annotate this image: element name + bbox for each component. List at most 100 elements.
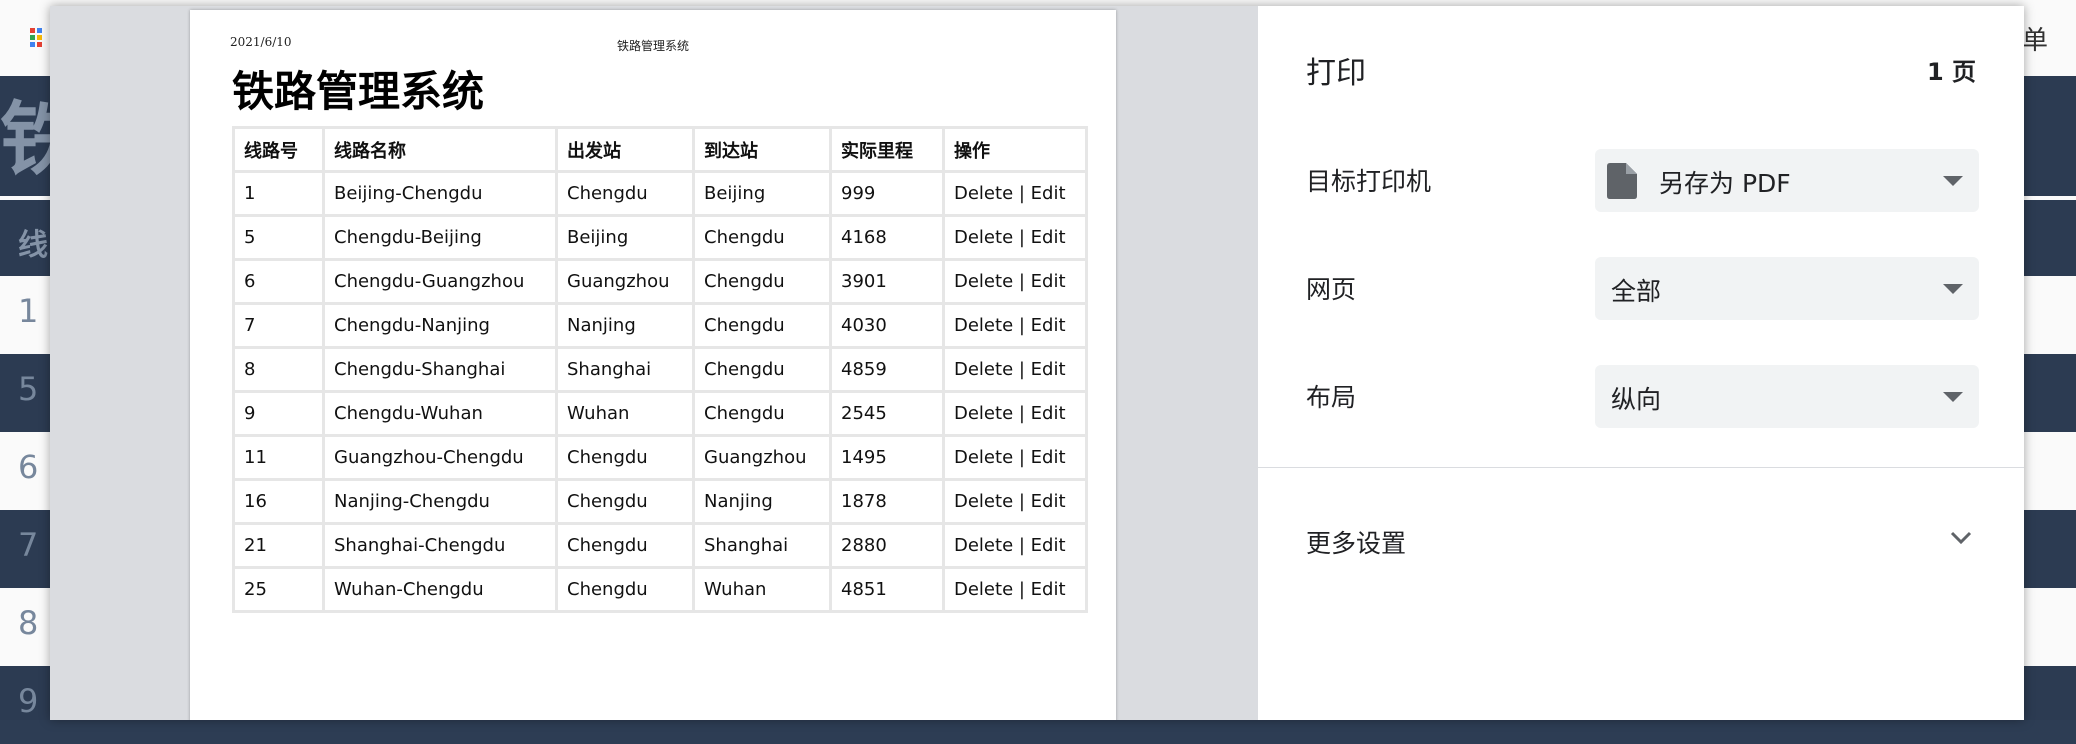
table-cell: Chengdu bbox=[692, 390, 832, 437]
table-cell: 1878 bbox=[829, 478, 945, 525]
table-cell: Beijing-Chengdu bbox=[322, 170, 558, 217]
table-row: 16 Nanjing-Chengdu Chengdu Nanjing 1878 Delet… bbox=[232, 478, 1088, 525]
pages-value: 全部 bbox=[1611, 277, 1662, 306]
table-cell: Chengdu bbox=[555, 170, 695, 217]
table-header: 线路号 线路名称 出发站 到达站 实际里程 操作 bbox=[232, 126, 1088, 173]
dropdown-arrow-icon bbox=[1943, 392, 1963, 402]
row-actions: Delete | Edit bbox=[942, 434, 1088, 481]
table-row: 11 Guangzhou-Chengdu Chengdu Guangzhou 1495 D… bbox=[232, 434, 1088, 481]
table-row: 6 Chengdu-Guangzhou Guangzhou Chengdu 3901 De… bbox=[232, 258, 1088, 305]
table-cell: Shanghai bbox=[555, 346, 695, 393]
destination-label: 目标打印机 bbox=[1306, 167, 1432, 196]
table-cell: Chengdu bbox=[555, 522, 695, 569]
table-cell: Chengdu bbox=[555, 478, 695, 525]
table-cell: 5 bbox=[232, 214, 325, 261]
pages-select[interactable]: 全部 bbox=[1595, 257, 1979, 320]
table-row: 7 Chengdu-Nanjing Nanjing Chengdu 4030 Delete… bbox=[232, 302, 1088, 349]
table-cell: Guangzhou bbox=[555, 258, 695, 305]
table-cell: 2545 bbox=[829, 390, 945, 437]
print-preview[interactable]: 2021/6/10 铁路管理系统 铁路管理系统 线路号 线路名称 出发站 到达站… bbox=[50, 6, 1258, 720]
table-cell: Chengdu bbox=[555, 566, 695, 613]
table-cell: 4859 bbox=[829, 346, 945, 393]
table-cell: Chengdu bbox=[692, 258, 832, 305]
column-header: 线路名称 bbox=[322, 126, 558, 173]
table-row: 1 Beijing-Chengdu Chengdu Beijing 999 Delete … bbox=[232, 170, 1088, 217]
file-icon bbox=[1607, 163, 1637, 203]
table-cell: 21 bbox=[232, 522, 325, 569]
row-actions: Delete | Edit bbox=[942, 214, 1088, 261]
table-cell: 9 bbox=[232, 390, 325, 437]
chevron-down-icon[interactable] bbox=[1950, 530, 1972, 549]
table-cell: Chengdu bbox=[692, 214, 832, 261]
layout-select[interactable]: 纵向 bbox=[1595, 365, 1979, 428]
column-header: 出发站 bbox=[555, 126, 695, 173]
table-cell: Guangzhou bbox=[692, 434, 832, 481]
row-actions: Delete | Edit bbox=[942, 390, 1088, 437]
table-cell: Chengdu bbox=[692, 346, 832, 393]
dialog-title: 打印 bbox=[1306, 56, 1366, 91]
table-cell: 1 bbox=[232, 170, 325, 217]
column-header: 线路号 bbox=[232, 126, 325, 173]
page-header-title: 铁路管理系统 bbox=[616, 39, 689, 53]
destination-value: 另存为 PDF bbox=[1659, 169, 1791, 198]
table-cell: 8 bbox=[232, 346, 325, 393]
table-cell: Chengdu-Nanjing bbox=[322, 302, 558, 349]
row-actions: Delete | Edit bbox=[942, 566, 1088, 613]
document-title: 铁路管理系统 bbox=[232, 67, 485, 116]
column-header: 实际里程 bbox=[829, 126, 945, 173]
table-cell: Wuhan bbox=[692, 566, 832, 613]
table-row: 9 Chengdu-Wuhan Wuhan Chengdu 2545 Delete | E… bbox=[232, 390, 1088, 437]
table-cell: Shanghai bbox=[692, 522, 832, 569]
table-cell: Wuhan bbox=[555, 390, 695, 437]
divider bbox=[1258, 467, 2024, 468]
print-settings-panel: 打印 1 页 目标打印机 另存为 PDF 网页 全部 布局 纵向 更多设置 bbox=[1258, 6, 2024, 720]
table-cell: Guangzhou-Chengdu bbox=[322, 434, 558, 481]
table-cell: Nanjing-Chengdu bbox=[322, 478, 558, 525]
table-cell: 16 bbox=[232, 478, 325, 525]
table-cell: Chengdu-Beijing bbox=[322, 214, 558, 261]
table-cell: Shanghai-Chengdu bbox=[322, 522, 558, 569]
table-cell: 4168 bbox=[829, 214, 945, 261]
table-cell: 2880 bbox=[829, 522, 945, 569]
table-cell: Beijing bbox=[555, 214, 695, 261]
table-cell: Nanjing bbox=[555, 302, 695, 349]
row-actions: Delete | Edit bbox=[942, 170, 1088, 217]
row-actions: Delete | Edit bbox=[942, 258, 1088, 305]
column-header: 操作 bbox=[942, 126, 1088, 173]
table-cell: Nanjing bbox=[692, 478, 832, 525]
table-row: 5 Chengdu-Beijing Beijing Chengdu 4168 Delete… bbox=[232, 214, 1088, 261]
dropdown-arrow-icon bbox=[1943, 284, 1963, 294]
destination-select[interactable]: 另存为 PDF bbox=[1595, 149, 1979, 212]
page-count: 1 页 bbox=[1926, 58, 1976, 86]
column-header: 到达站 bbox=[692, 126, 832, 173]
table-cell: Chengdu-Shanghai bbox=[322, 346, 558, 393]
table-cell: 6 bbox=[232, 258, 325, 305]
row-actions: Delete | Edit bbox=[942, 478, 1088, 525]
row-actions: Delete | Edit bbox=[942, 302, 1088, 349]
table-cell: Beijing bbox=[692, 170, 832, 217]
table-cell: Chengdu bbox=[555, 434, 695, 481]
table-cell: 1495 bbox=[829, 434, 945, 481]
row-actions: Delete | Edit bbox=[942, 522, 1088, 569]
layout-value: 纵向 bbox=[1611, 385, 1662, 414]
table-cell: 11 bbox=[232, 434, 325, 481]
table-cell: Chengdu bbox=[692, 302, 832, 349]
table-row: 25 Wuhan-Chengdu Chengdu Wuhan 4851 Delete | … bbox=[232, 566, 1088, 613]
table-cell: 4851 bbox=[829, 566, 945, 613]
table-row: 8 Chengdu-Shanghai Shanghai Chengdu 4859 Dele… bbox=[232, 346, 1088, 393]
row-actions: Delete | Edit bbox=[942, 346, 1088, 393]
table-cell: 999 bbox=[829, 170, 945, 217]
table-cell: 25 bbox=[232, 566, 325, 613]
preview-page: 2021/6/10 铁路管理系统 铁路管理系统 线路号 线路名称 出发站 到达站… bbox=[190, 10, 1116, 720]
railway-table: 线路号 线路名称 出发站 到达站 实际里程 操作 1 Beijing-Chengd… bbox=[232, 126, 1088, 613]
table-cell: Chengdu-Guangzhou bbox=[322, 258, 558, 305]
table-cell: Wuhan-Chengdu bbox=[322, 566, 558, 613]
table-row: 21 Shanghai-Chengdu Chengdu Shanghai 2880 Del… bbox=[232, 522, 1088, 569]
more-settings-toggle[interactable]: 更多设置 bbox=[1306, 524, 1406, 560]
pages-label: 网页 bbox=[1306, 275, 1357, 304]
table-cell: 7 bbox=[232, 302, 325, 349]
print-dialog: 2021/6/10 铁路管理系统 铁路管理系统 线路号 线路名称 出发站 到达站… bbox=[50, 6, 2024, 720]
table-cell: 4030 bbox=[829, 302, 945, 349]
layout-label: 布局 bbox=[1306, 383, 1357, 412]
table-cell: 3901 bbox=[829, 258, 945, 305]
